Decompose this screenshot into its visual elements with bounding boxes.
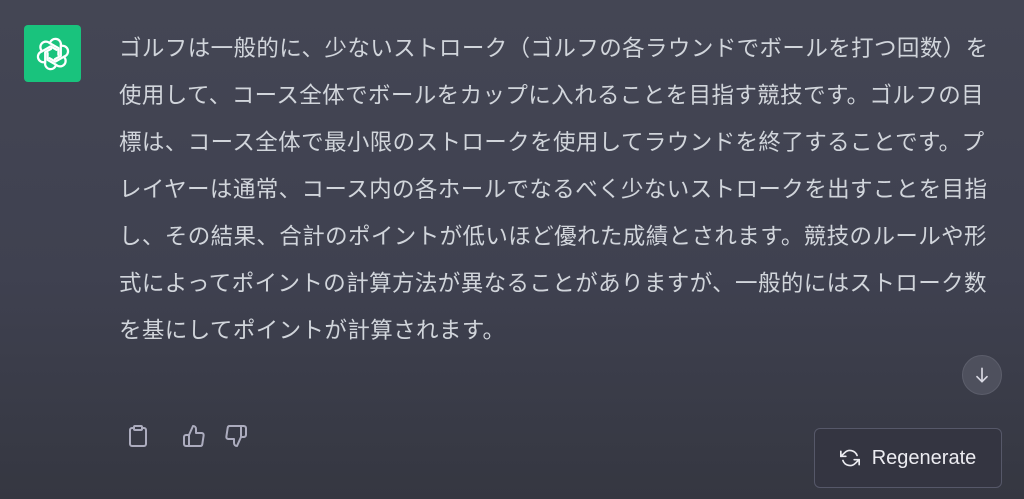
regenerate-label: Regenerate bbox=[871, 446, 977, 469]
assistant-avatar bbox=[24, 25, 81, 82]
thumbs-up-button[interactable] bbox=[176, 418, 212, 454]
message-actions bbox=[120, 418, 254, 454]
regenerate-button[interactable]: Regenerate bbox=[814, 428, 1002, 488]
thumbs-down-icon bbox=[225, 425, 247, 447]
scroll-to-bottom-button[interactable] bbox=[962, 355, 1002, 395]
assistant-message: ゴルフは一般的に、少ないストローク（ゴルフの各ラウンドでボールを打つ回数）を使用… bbox=[119, 36, 989, 344]
thumbs-down-button[interactable] bbox=[218, 418, 254, 454]
arrow-down-icon bbox=[976, 367, 988, 383]
clipboard-icon bbox=[129, 425, 147, 447]
thumbs-up-icon bbox=[183, 425, 205, 447]
copy-button[interactable] bbox=[120, 418, 156, 454]
openai-logo-icon bbox=[36, 37, 69, 70]
refresh-icon bbox=[839, 449, 860, 467]
